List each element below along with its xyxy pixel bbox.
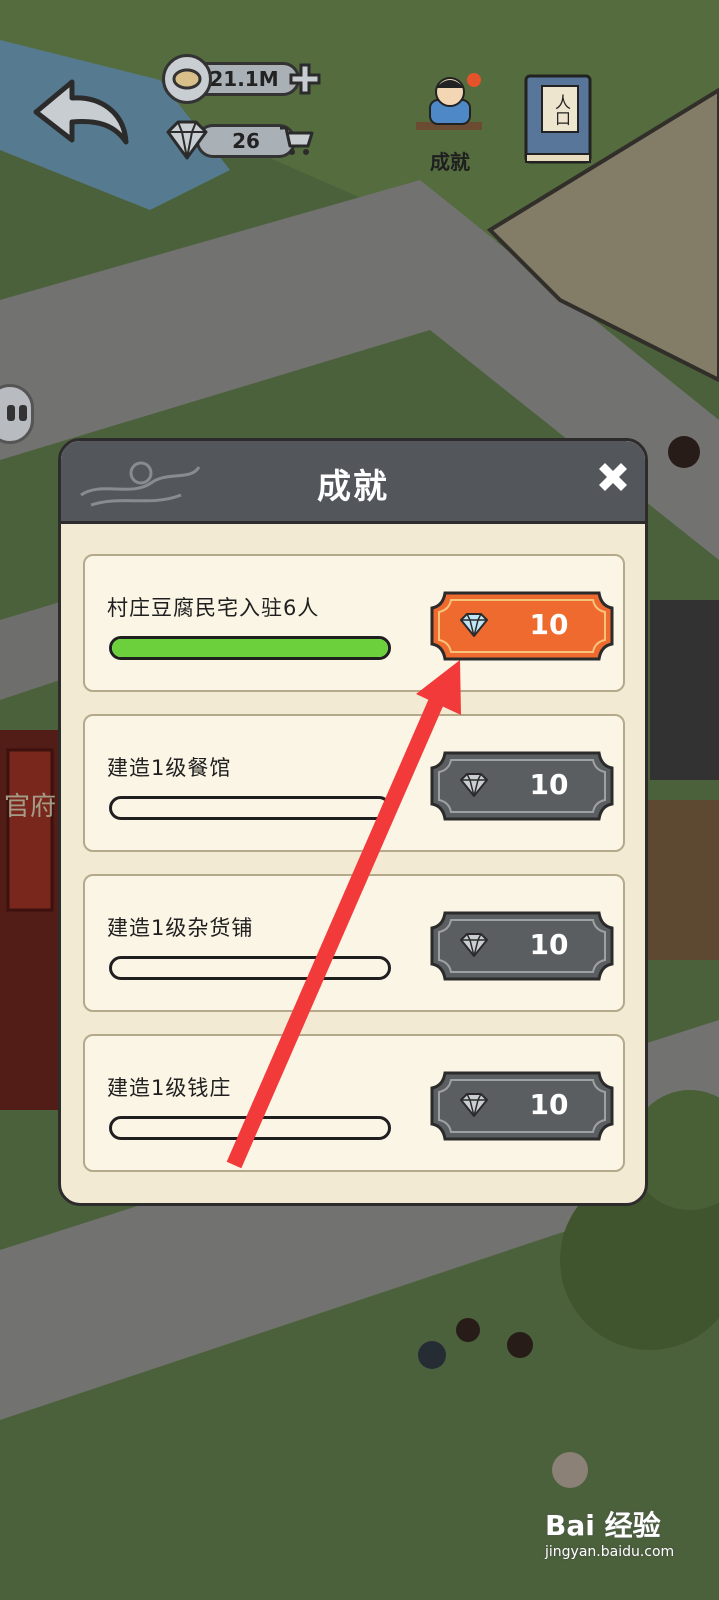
achievement-card: 村庄豆腐民宅入驻6人 10 (83, 554, 625, 692)
achievement-card: 建造1级钱庄 10 (83, 1034, 625, 1172)
baidu-watermark: Bai 经验 jingyan.baidu.com (545, 1500, 715, 1570)
achievement-title: 建造1级钱庄 (107, 1076, 232, 1100)
close-icon[interactable] (593, 457, 633, 497)
scholar-icon (416, 73, 482, 130)
locked-reward-button[interactable]: 10 (429, 1070, 615, 1142)
back-arrow-icon (33, 79, 129, 145)
achievements-hud-button[interactable]: 成就 (410, 70, 490, 175)
watermark-logo: Bai 经验 (545, 1509, 661, 1542)
coin-icon (162, 54, 212, 104)
reward-amount: 10 (529, 608, 569, 641)
achievements-hud-label: 成就 (430, 150, 470, 174)
achievement-progress-bar (109, 956, 391, 980)
achievements-modal: 成就 村庄豆腐民宅入驻6人 10 建造1级餐馆 10 建造1级杂货铺 10 建造1级钱庄 10 (58, 438, 648, 1206)
locked-reward-button[interactable]: 10 (429, 750, 615, 822)
achievement-title: 建造1级餐馆 (107, 756, 232, 780)
chat-dots-icon-2 (19, 405, 27, 421)
achievement-title: 村庄豆腐民宅入驻6人 (107, 596, 320, 620)
achievement-progress-bar (109, 796, 391, 820)
achievement-progress-bar (109, 636, 391, 660)
back-button[interactable] (30, 78, 130, 150)
chat-dots-icon (7, 405, 15, 421)
achievement-progress-fill (112, 639, 388, 657)
population-book-button[interactable]: 人口 (520, 72, 596, 168)
reward-amount: 10 (529, 768, 569, 801)
modal-header: 成就 (61, 441, 645, 524)
claim-reward-button[interactable]: 10 (429, 590, 615, 662)
achievement-card: 建造1级餐馆 10 (83, 714, 625, 852)
watermark-url: jingyan.baidu.com (545, 1544, 675, 1560)
reward-amount: 10 (529, 1088, 569, 1121)
population-label: 人口 (552, 94, 571, 126)
locked-reward-button[interactable]: 10 (429, 910, 615, 982)
achievement-card: 建造1级杂货铺 10 (83, 874, 625, 1012)
diamond-icon (166, 120, 208, 160)
achievement-progress-bar (109, 1116, 391, 1140)
achievement-title: 建造1级杂货铺 (107, 916, 254, 940)
add-coins-icon[interactable] (288, 62, 322, 96)
reward-amount: 10 (529, 928, 569, 961)
shop-cart-icon[interactable] (278, 124, 314, 158)
modal-title: 成就 (317, 467, 389, 507)
